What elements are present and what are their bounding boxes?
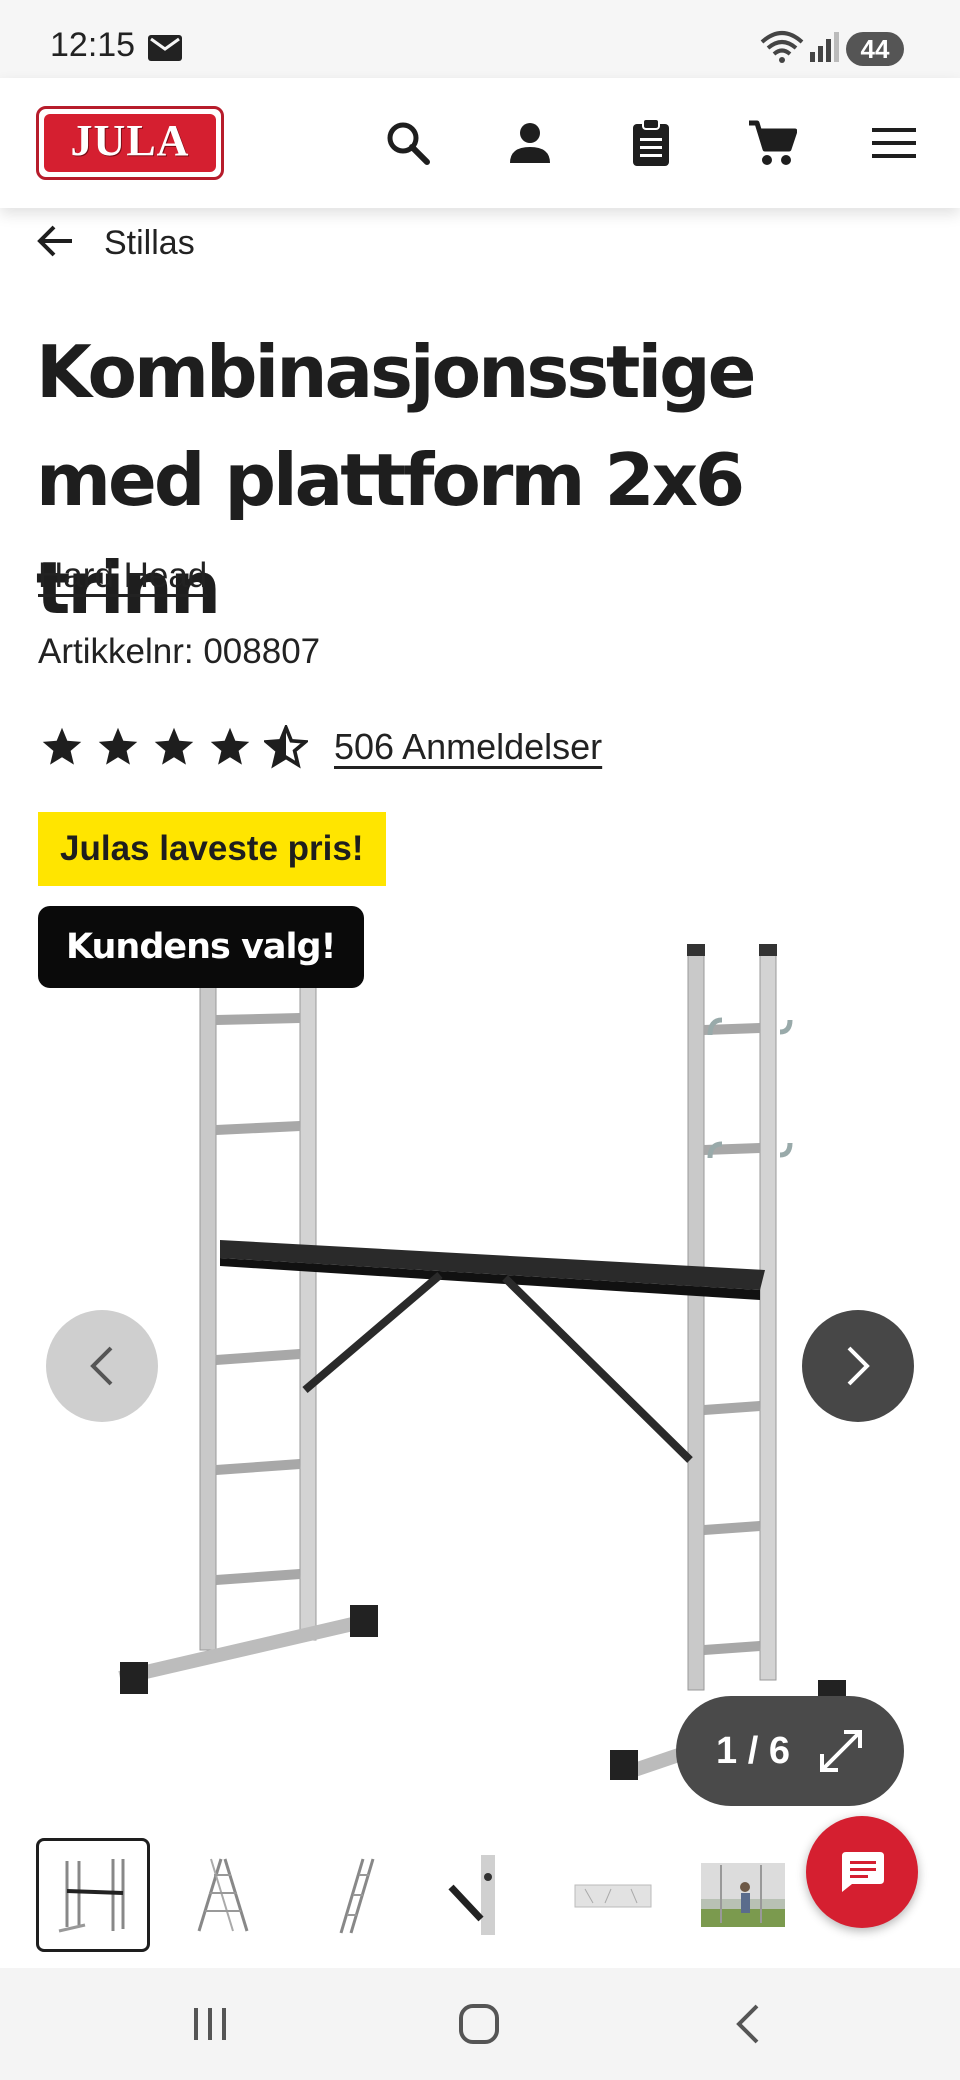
- back-icon[interactable]: [713, 1998, 783, 2050]
- battery-icon: 44: [846, 32, 904, 66]
- breadcrumb[interactable]: Stillas: [36, 218, 195, 268]
- jula-logo[interactable]: JULA: [36, 106, 224, 180]
- system-navigation-bar: [0, 1968, 960, 2080]
- expand-icon[interactable]: [818, 1728, 864, 1774]
- breadcrumb-label[interactable]: Stillas: [104, 224, 195, 263]
- chevron-left-icon: [90, 1346, 113, 1386]
- star-icon: [98, 727, 138, 765]
- rating-row[interactable]: 506 Anmeldelser: [40, 722, 602, 772]
- thumbnail-6[interactable]: [686, 1838, 800, 1952]
- thumbnail-1[interactable]: [36, 1838, 150, 1952]
- wifi-icon: [760, 30, 804, 69]
- shopping-list-icon[interactable]: [621, 113, 681, 173]
- customer-choice-badge: Kundens valg!: [38, 906, 364, 988]
- chevron-right-icon: [847, 1346, 870, 1386]
- account-icon[interactable]: [500, 113, 560, 173]
- lowest-price-badge: Julas laveste pris!: [38, 812, 386, 886]
- site-header: JULA: [0, 78, 960, 208]
- status-time: 12:15: [50, 26, 136, 64]
- product-image[interactable]: [100, 940, 860, 1780]
- gallery-next-button[interactable]: [802, 1310, 914, 1422]
- recent-apps-icon[interactable]: [175, 1998, 245, 2050]
- star-rating: [40, 725, 308, 769]
- gallery-counter[interactable]: 1 / 6: [676, 1696, 904, 1806]
- status-bar: 12:15 44: [0, 0, 960, 78]
- brand-link[interactable]: Hard Head: [38, 556, 207, 596]
- home-icon[interactable]: [444, 1998, 514, 2050]
- star-icon: [154, 727, 194, 765]
- logo-text: JULA: [70, 116, 190, 165]
- thumbnail-2[interactable]: [166, 1838, 280, 1952]
- menu-icon[interactable]: [864, 113, 924, 173]
- gallery-counter-text: 1 / 6: [716, 1729, 790, 1772]
- search-icon[interactable]: [378, 113, 438, 173]
- chat-icon: [842, 1852, 884, 1892]
- star-half-icon: [264, 725, 308, 769]
- article-number-value: 008807: [203, 632, 321, 671]
- star-icon: [210, 727, 250, 765]
- thumbnail-5[interactable]: [556, 1838, 670, 1952]
- thumbnail-strip: [36, 1838, 816, 1954]
- article-number: Artikkelnr: 008807: [38, 632, 320, 672]
- gallery-prev-button[interactable]: [46, 1310, 158, 1422]
- article-number-label: Artikkelnr:: [38, 632, 194, 671]
- cart-icon[interactable]: [742, 113, 802, 173]
- reviews-link[interactable]: 506 Anmeldelser: [334, 726, 602, 768]
- arrow-left-icon[interactable]: [36, 224, 74, 263]
- mail-icon: [148, 35, 182, 66]
- star-icon: [42, 727, 82, 765]
- signal-icon: [810, 32, 840, 67]
- thumbnail-4[interactable]: [426, 1838, 540, 1952]
- thumbnail-3[interactable]: [296, 1838, 410, 1952]
- chat-button[interactable]: [806, 1816, 918, 1928]
